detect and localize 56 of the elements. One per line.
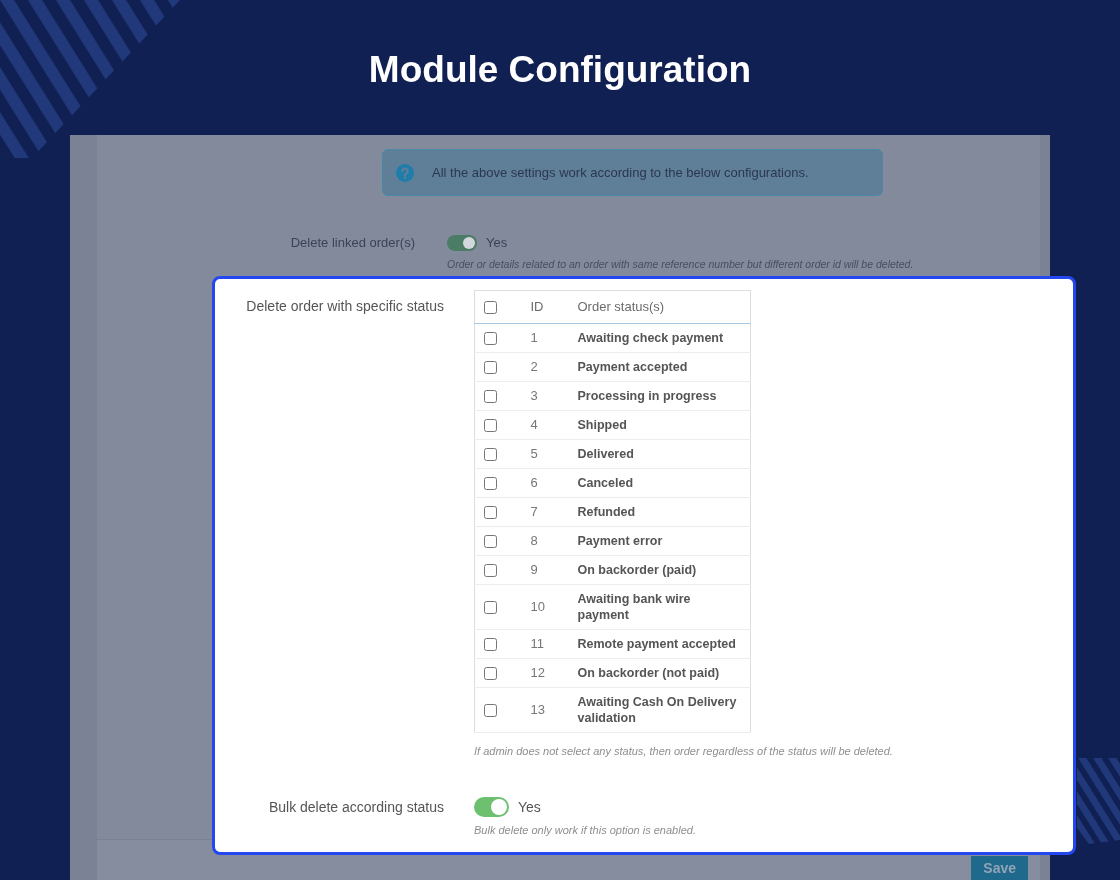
row-checkbox[interactable] [484, 447, 497, 461]
id-cell: 13 [515, 687, 566, 733]
row-checkbox[interactable] [484, 563, 497, 577]
status-cell: Processing in progress [565, 381, 751, 411]
setting-label: Delete linked order(s) [290, 235, 415, 251]
row-checkbox[interactable] [484, 418, 497, 432]
status-cell: Awaiting check payment [565, 323, 751, 353]
status-cell: Shipped [565, 410, 751, 440]
status-cell: Refunded [565, 497, 751, 527]
column-header: Order status(s) [565, 290, 751, 324]
row-checkbox[interactable] [484, 476, 497, 490]
help-icon [396, 163, 414, 182]
id-cell: 1 [515, 323, 566, 353]
toggle-state-label: Yes [518, 798, 541, 817]
hint-text: Bulk delete only work if this option is enabled. [474, 823, 696, 838]
status-cell: Delivered [565, 439, 751, 469]
save-button[interactable]: Save [971, 856, 1028, 880]
id-cell: 6 [515, 468, 566, 498]
id-cell: 3 [515, 381, 566, 411]
row-checkbox[interactable] [484, 331, 497, 345]
status-cell: Canceled [565, 468, 751, 498]
column-header: ID [515, 290, 566, 324]
row-checkbox[interactable] [484, 360, 497, 374]
row-checkbox[interactable] [484, 505, 497, 519]
status-cell: Payment accepted [565, 352, 751, 382]
status-cell: Awaiting Cash On Delivery validation [565, 687, 751, 733]
id-cell: 11 [515, 629, 566, 659]
id-cell: 5 [515, 439, 566, 469]
select-all-checkbox[interactable] [484, 300, 497, 314]
row-checkbox[interactable] [484, 703, 497, 717]
status-cell: On backorder (not paid) [565, 658, 751, 688]
row-checkbox[interactable] [484, 534, 497, 548]
status-cell: On backorder (paid) [565, 555, 751, 585]
setting-label: Delete order with specific status [246, 297, 444, 315]
id-cell: 12 [515, 658, 566, 688]
id-cell: 4 [515, 410, 566, 440]
toggle-switch[interactable] [474, 797, 509, 817]
hint-text: Order or details related to an order with same reference number but different order id will be deleted. [447, 257, 914, 271]
row-checkbox[interactable] [484, 637, 497, 651]
hint-text: If admin does not select any status, then order regardless of the status will be deleted. [474, 744, 893, 759]
id-cell: 9 [515, 555, 566, 585]
status-cell: Awaiting bank wire payment [565, 584, 751, 630]
page-title: Module Configuration [368, 48, 752, 92]
toggle-switch[interactable] [447, 235, 477, 251]
toggle-state-label: Yes [486, 235, 508, 251]
id-cell: 2 [515, 352, 566, 382]
status-cell: Payment error [565, 526, 751, 556]
row-checkbox[interactable] [484, 389, 497, 403]
status-cell: Remote payment accepted [565, 629, 751, 659]
setting-label: Bulk delete according status [268, 798, 444, 817]
row-checkbox[interactable] [484, 600, 497, 614]
id-cell: 8 [515, 526, 566, 556]
id-cell: 7 [515, 497, 566, 527]
alert-text: All the above settings work according to the below configurations. [432, 164, 809, 181]
id-cell: 10 [515, 584, 566, 630]
row-checkbox[interactable] [484, 666, 497, 680]
